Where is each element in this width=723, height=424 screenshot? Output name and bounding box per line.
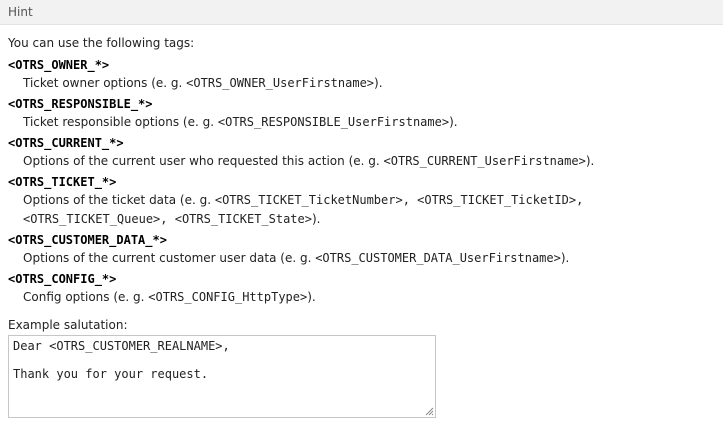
desc-text-end: ). [449, 115, 458, 129]
desc-text: Options of the ticket data (e. g. [23, 193, 215, 207]
tag-name: <OTRS_TICKET_*> [8, 175, 117, 189]
desc-text: Config options (e. g. [23, 290, 149, 304]
resize-handle-icon[interactable] [425, 407, 434, 416]
desc-text: Options of the current customer user dat… [23, 251, 316, 265]
tag-name: <OTRS_CONFIG_*> [8, 272, 117, 286]
tag-name: <OTRS_CUSTOMER_DATA_*> [8, 233, 167, 247]
example-salutation-textarea[interactable]: Dear <OTRS_CUSTOMER_REALNAME>, Thank you… [8, 335, 436, 418]
hint-title: Hint [8, 5, 33, 19]
tag-description: Options of the current user who requeste… [8, 152, 715, 171]
intro-text: You can use the following tags: [8, 36, 195, 50]
tag-description: Options of the current customer user dat… [8, 249, 715, 268]
tag-description: Ticket responsible options (e. g. <OTRS_… [8, 113, 715, 132]
tag-customer-data: <OTRS_CUSTOMER_DATA_*> Options of the cu… [8, 231, 715, 268]
desc-text: Ticket responsible options (e. g. [23, 115, 218, 129]
desc-code: <OTRS_CUSTOMER_DATA_UserFirstname> [315, 251, 561, 265]
desc-code: <OTRS_OWNER_UserFirstname> [186, 76, 375, 90]
desc-code: <OTRS_RESPONSIBLE_UserFirstname> [217, 115, 450, 129]
example-text: Dear <OTRS_CUSTOMER_REALNAME>, Thank you… [13, 339, 230, 381]
desc-code: <OTRS_TICKET_TicketNumber>, <OTRS_TICKET… [214, 193, 584, 207]
desc-text-end: ). [307, 290, 316, 304]
tag-current: <OTRS_CURRENT_*> Options of the current … [8, 134, 715, 171]
desc-code: <OTRS_CURRENT_UserFirstname> [383, 154, 586, 168]
desc-code: <OTRS_CONFIG_HttpType> [148, 290, 308, 304]
desc-text: Options of the current user who requeste… [23, 154, 384, 168]
tag-name: <OTRS_OWNER_*> [8, 58, 110, 72]
tag-description: Ticket owner options (e. g. <OTRS_OWNER_… [8, 74, 715, 93]
tag-name: <OTRS_CURRENT_*> [8, 136, 124, 150]
hint-header: Hint [0, 0, 723, 25]
desc-text: Ticket owner options (e. g. [23, 76, 187, 90]
tag-owner: <OTRS_OWNER_*> Ticket owner options (e. … [8, 56, 715, 93]
tag-ticket: <OTRS_TICKET_*> Options of the ticket da… [8, 173, 715, 229]
tag-name: <OTRS_RESPONSIBLE_*> [8, 97, 153, 111]
desc-text-end: ). [585, 154, 595, 168]
tag-responsible: <OTRS_RESPONSIBLE_*> Ticket responsible … [8, 95, 715, 132]
desc-text-end: ). [374, 76, 383, 90]
desc-text-end: ). [311, 212, 321, 226]
desc-text-end: ). [560, 251, 570, 265]
desc-code-line2: <OTRS_TICKET_Queue>, <OTRS_TICKET_State> [23, 212, 312, 226]
tag-config: <OTRS_CONFIG_*> Config options (e. g. <O… [8, 270, 715, 307]
hint-content: You can use the following tags: <OTRS_OW… [0, 25, 723, 418]
example-label: Example salutation: [8, 318, 128, 332]
tag-description: Config options (e. g. <OTRS_CONFIG_HttpT… [8, 288, 715, 307]
tag-description: Options of the ticket data (e. g. <OTRS_… [8, 191, 715, 229]
